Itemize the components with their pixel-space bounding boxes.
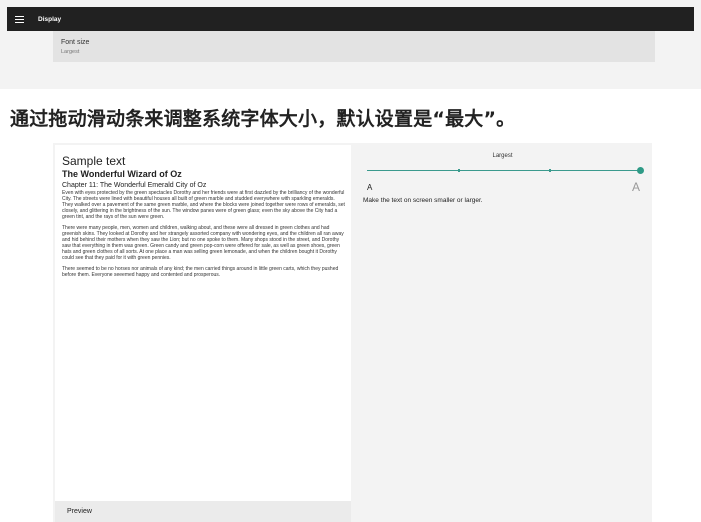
- slider-tick: [549, 169, 551, 172]
- large-text-icon: A: [632, 180, 641, 194]
- toolbar-title: Display: [38, 15, 62, 23]
- slider-current-label: Largest: [492, 153, 513, 159]
- preview-panel: Sample text The Wonderful Wizard of Oz C…: [55, 145, 351, 501]
- app-toolbar: Display: [7, 7, 694, 31]
- preview-tab[interactable]: Preview: [55, 501, 351, 522]
- instruction-caption: 通过拖动滑动条来调整系统字体大小，默认设置是“最大”。: [10, 108, 516, 130]
- slider-tick: [458, 169, 460, 172]
- font-size-slider-thumb[interactable]: [637, 167, 644, 174]
- chapter-title: Chapter 11: The Wonderful Emerald City o…: [62, 182, 207, 189]
- display-settings-screenshot: Display Font size Largest: [0, 0, 701, 89]
- font-size-preference[interactable]: Font size Largest: [53, 31, 655, 62]
- sample-paragraph: There seemed to be no horses nor animals…: [62, 265, 339, 278]
- sample-paragraph: Even with eyes protected by the green sp…: [62, 190, 345, 220]
- preference-title: Font size: [61, 39, 90, 46]
- preference-value: Largest: [61, 49, 80, 55]
- hamburger-menu-icon[interactable]: [9, 7, 29, 31]
- slider-description: Make the text on screen smaller or large…: [363, 197, 483, 204]
- font-size-screenshot: Sample text The Wonderful Wizard of Oz C…: [53, 143, 652, 522]
- sample-paragraph: There were many people, men, women and c…: [62, 225, 344, 261]
- sample-paragraphs: Even with eyes protected by the green sp…: [62, 190, 346, 284]
- book-title: The Wonderful Wizard of Oz: [62, 169, 182, 179]
- font-size-controls: Largest A A Make the text on screen smal…: [353, 143, 652, 522]
- font-size-slider-track[interactable]: [367, 170, 641, 171]
- sample-heading: Sample text: [62, 154, 126, 168]
- small-text-icon: A: [367, 183, 373, 192]
- preview-label: Preview: [67, 508, 92, 515]
